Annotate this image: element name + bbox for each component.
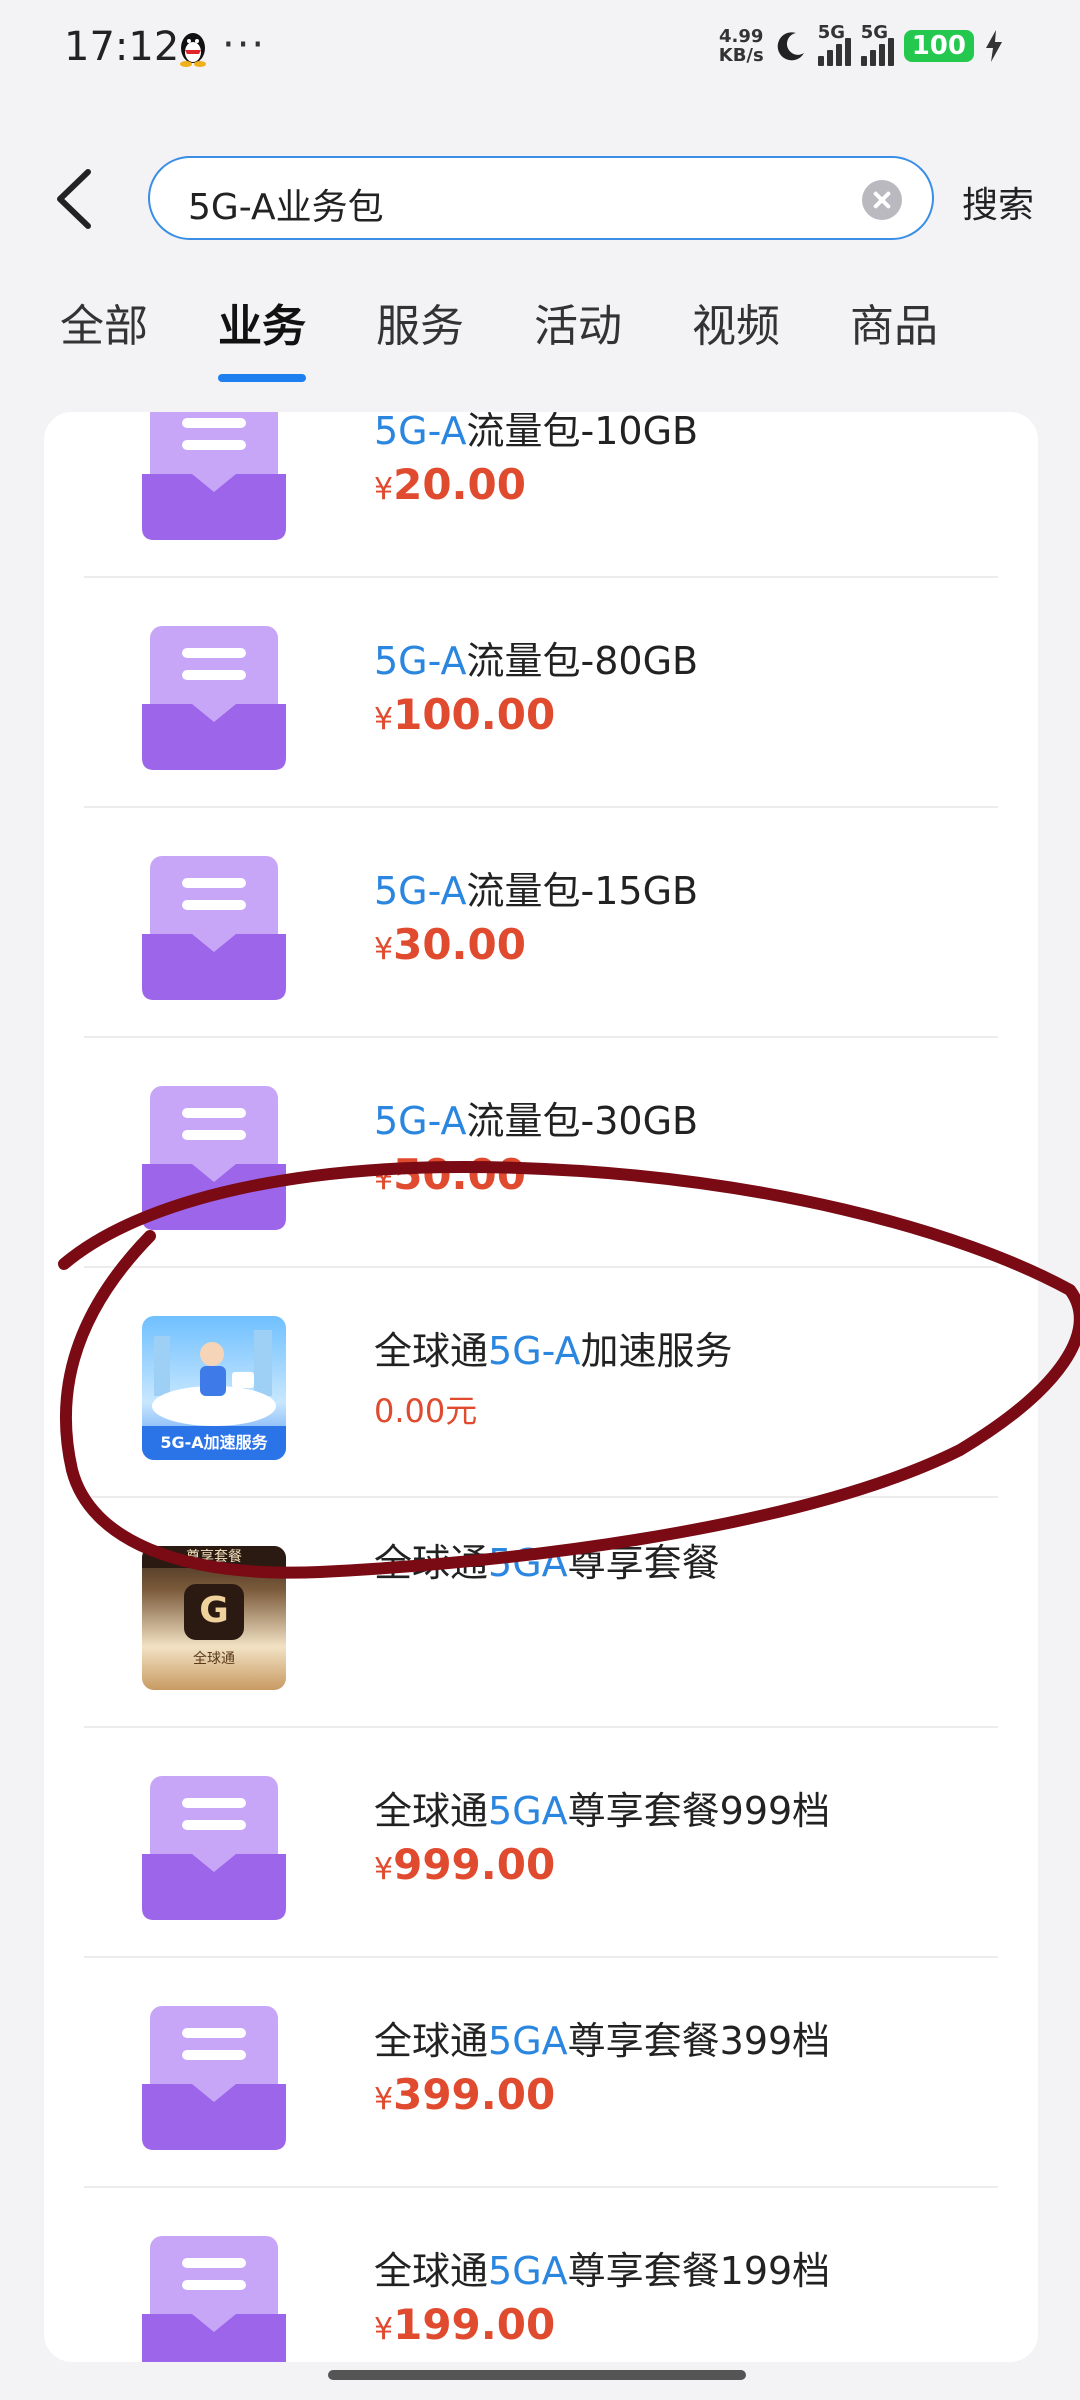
package-icon [142, 626, 286, 770]
battery-level: 100 [903, 30, 974, 62]
premium-plan-image: 尊享套餐 全球通 [142, 1546, 286, 1690]
search-query[interactable]: 5G-A业务包 [188, 178, 384, 230]
do-not-disturb-moon-icon [777, 32, 804, 61]
tab-all[interactable]: 全部 [60, 290, 148, 354]
list-item[interactable]: 全球通5GA尊享套餐999档 ¥999.00 [44, 1728, 1038, 1958]
status-bar: 17:12 ··· 4.99 KB/s 5G 5G 100 [0, 0, 1080, 100]
tab-service[interactable]: 服务 [376, 290, 464, 354]
qq-penguin-icon [180, 33, 206, 67]
package-icon [142, 412, 286, 540]
item-title: 全球通5G-A加速服务 [374, 1329, 733, 1373]
list-item[interactable]: 全球通5GA尊享套餐399档 ¥399.00 [44, 1958, 1038, 2188]
status-icons: 4.99 KB/s 5G 5G 100 [718, 22, 1004, 66]
results-list: 5G-A流量包-10GB ¥20.00 5G-A流量包-80GB ¥100.00… [44, 412, 1038, 2362]
active-tab-indicator [218, 374, 306, 382]
tab-activity[interactable]: 活动 [534, 290, 622, 354]
item-title: 全球通5GA尊享套餐399档 [374, 2019, 831, 2063]
tab-business[interactable]: 业务 [218, 290, 306, 382]
list-item[interactable]: 尊享套餐 全球通 全球通5GA尊享套餐 [44, 1498, 1038, 1728]
category-tabs: 全部 业务 服务 活动 视频 商品 [0, 290, 1080, 382]
clock: 17:12 [64, 24, 180, 70]
home-indicator[interactable] [328, 2370, 746, 2380]
list-item[interactable]: 5G-A加速服务 全球通5G-A加速服务 0.00元 [44, 1268, 1038, 1498]
list-item[interactable]: 5G-A流量包-10GB ¥20.00 [44, 412, 1038, 578]
list-item[interactable]: 5G-A流量包-80GB ¥100.00 [44, 578, 1038, 808]
item-price: ¥399.00 [374, 2070, 556, 2119]
package-icon [142, 856, 286, 1000]
list-item[interactable]: 5G-A流量包-15GB ¥30.00 [44, 808, 1038, 1038]
item-price: ¥20.00 [374, 460, 526, 509]
back-arrow-icon[interactable] [52, 168, 96, 230]
item-price: 0.00元 [374, 1392, 478, 1430]
astronaut-illustration-icon [152, 1330, 276, 1426]
package-icon [142, 2006, 286, 2150]
item-price: ¥999.00 [374, 1840, 556, 1889]
image-caption: 5G-A加速服务 [142, 1426, 286, 1460]
item-price: ¥100.00 [374, 690, 556, 739]
item-price: ¥50.00 [374, 1150, 526, 1199]
list-item[interactable]: 5G-A流量包-30GB ¥50.00 [44, 1038, 1038, 1268]
item-title: 5G-A流量包-10GB [374, 412, 699, 453]
brand-logo-icon [184, 1584, 244, 1640]
more-notifications-icon: ··· [222, 22, 267, 68]
search-input[interactable]: 5G-A业务包 [148, 156, 934, 240]
package-icon [142, 1086, 286, 1230]
acceleration-service-image: 5G-A加速服务 [142, 1316, 286, 1460]
signal-sim1-icon: 5G [817, 22, 851, 66]
package-icon [142, 2236, 286, 2362]
search-button[interactable]: 搜索 [962, 176, 1034, 228]
item-price: ¥30.00 [374, 920, 526, 969]
item-price: ¥199.00 [374, 2300, 556, 2349]
item-title: 全球通5GA尊享套餐 [374, 1541, 720, 1585]
tab-video[interactable]: 视频 [692, 290, 780, 354]
list-item[interactable]: 全球通5GA尊享套餐199档 ¥199.00 [44, 2188, 1038, 2362]
charging-bolt-icon [986, 30, 1002, 62]
package-icon [142, 1776, 286, 1920]
network-speed: 4.99 KB/s [718, 26, 764, 66]
image-top-text: 尊享套餐 [142, 1546, 286, 1568]
signal-sim2-icon: 5G [860, 22, 894, 66]
item-title: 全球通5GA尊享套餐999档 [374, 1789, 831, 1833]
item-title: 5G-A流量包-30GB [374, 1099, 699, 1143]
clear-search-icon[interactable] [862, 180, 902, 220]
image-brand-label: 全球通 [193, 1651, 235, 1667]
tab-goods[interactable]: 商品 [850, 290, 938, 354]
item-title: 全球通5GA尊享套餐199档 [374, 2249, 831, 2293]
item-title: 5G-A流量包-80GB [374, 639, 699, 683]
item-title: 5G-A流量包-15GB [374, 869, 699, 913]
